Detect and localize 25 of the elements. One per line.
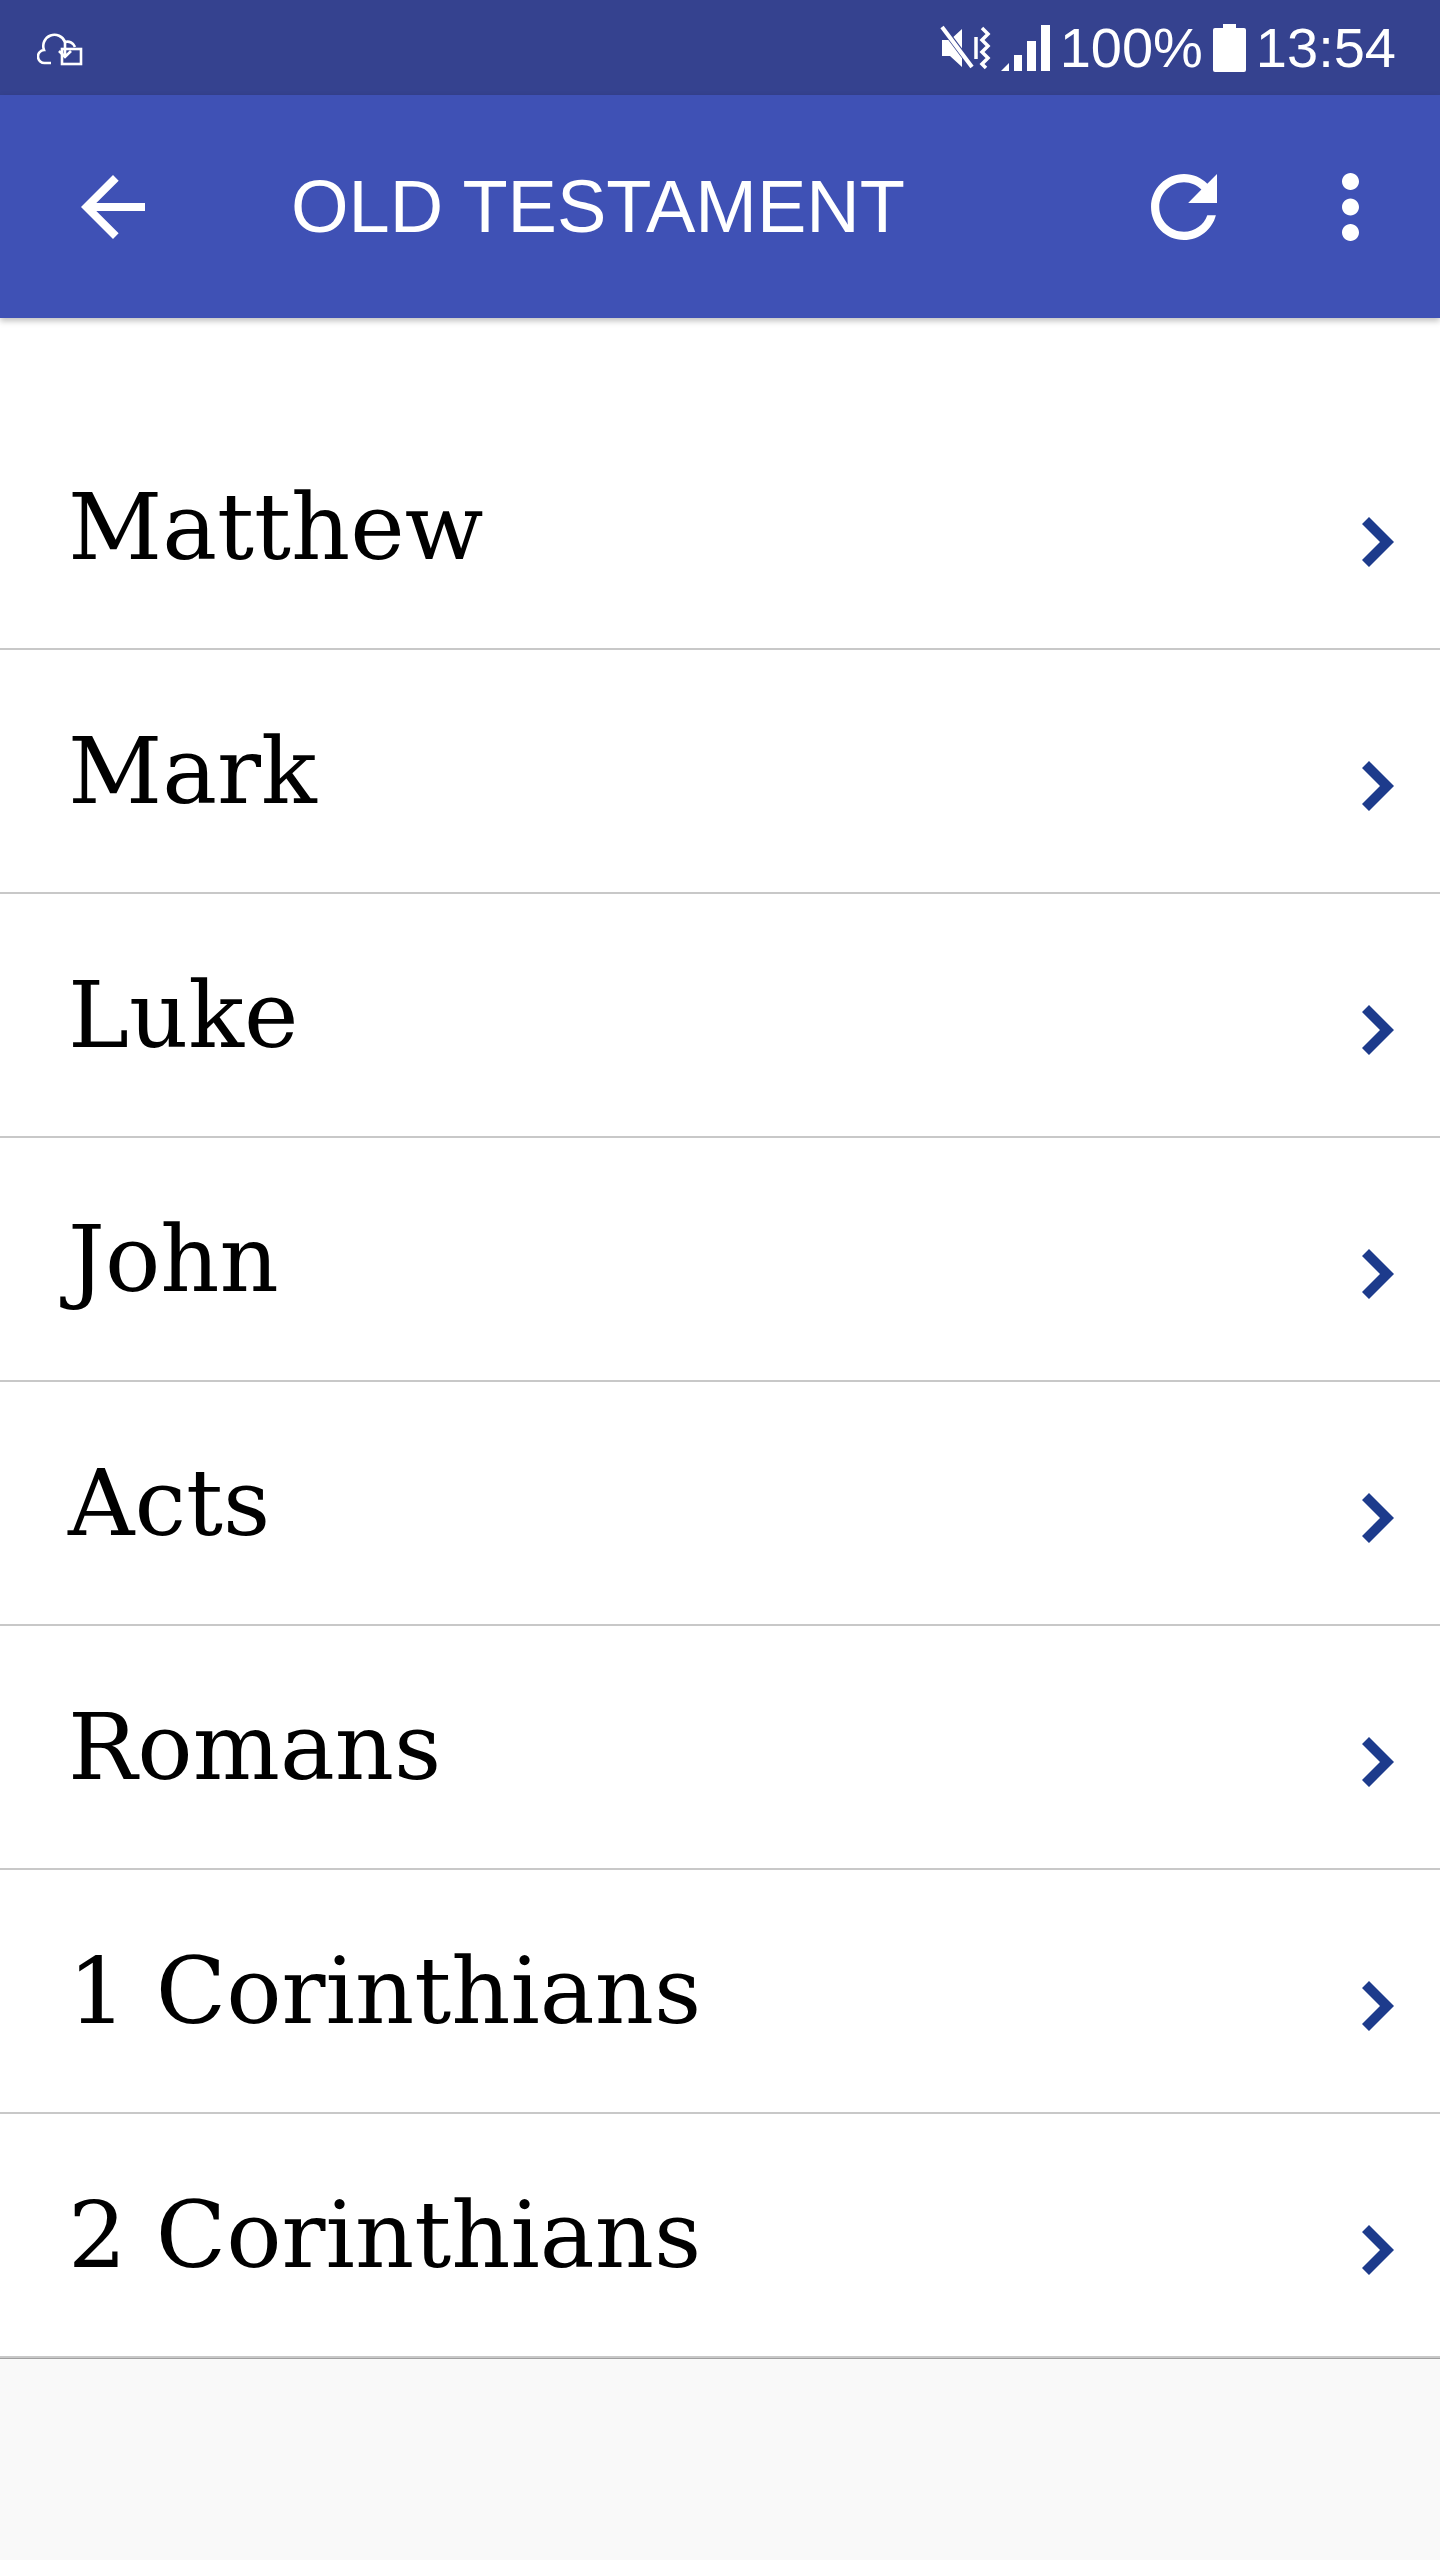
book-list-item[interactable]: Luke (0, 894, 1440, 1138)
chevron-right-icon (1362, 1249, 1394, 1299)
signal-icon (1000, 24, 1050, 71)
chevron-right-icon (1362, 761, 1394, 811)
book-list-item[interactable]: John (0, 1138, 1440, 1382)
more-options-icon[interactable] (1342, 172, 1359, 241)
book-list-item[interactable]: Romans (0, 1626, 1440, 1870)
book-list-item[interactable]: 2 Corinthians (0, 2114, 1440, 2358)
book-list-item[interactable]: Acts (0, 1382, 1440, 1626)
muted-vibrate-icon (939, 24, 991, 71)
book-list-item[interactable]: Mark (0, 650, 1440, 894)
chevron-right-icon (1362, 2225, 1394, 2275)
refresh-icon[interactable] (1151, 173, 1217, 240)
chevron-right-icon (1362, 517, 1394, 567)
chevron-right-icon (1362, 1981, 1394, 2031)
chevron-right-icon (1362, 1005, 1394, 1055)
chevron-right-icon (1362, 1493, 1394, 1543)
clock-time: 13:54 (1255, 19, 1396, 76)
book-list-item[interactable]: 1 Corinthians (0, 1870, 1440, 2114)
book-list-item[interactable]: Matthew (0, 406, 1440, 650)
chevron-right-icon (1362, 1737, 1394, 1787)
back-arrow-icon[interactable] (81, 174, 145, 239)
battery-icon (1212, 23, 1246, 72)
battery-percentage: 100% (1059, 19, 1203, 76)
screen-title: OLD TESTAMENT (291, 165, 906, 248)
